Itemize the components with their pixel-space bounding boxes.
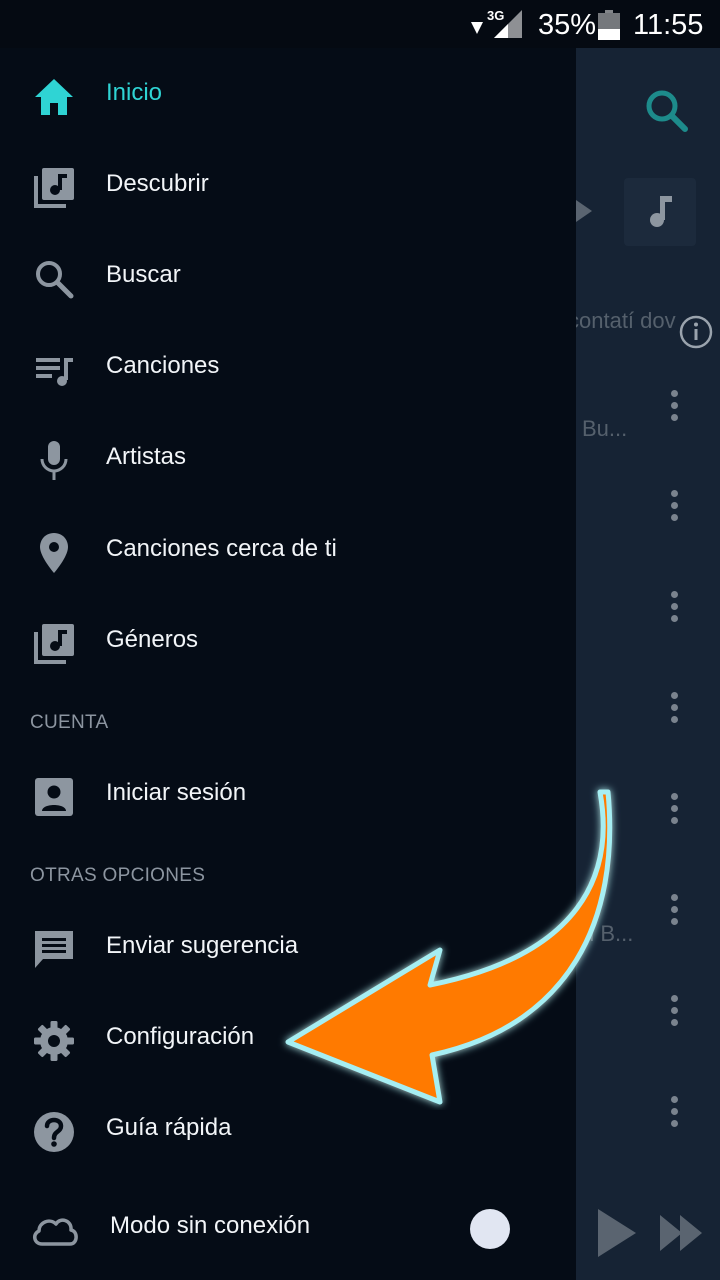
- info-icon[interactable]: [678, 314, 714, 350]
- section-header-otras-opciones: OTRAS OPCIONES: [30, 865, 206, 886]
- clock: 11:55: [633, 9, 704, 41]
- music-note-icon: [650, 196, 672, 227]
- battery-percent: 35%: [538, 9, 597, 41]
- library-music-icon: [34, 624, 74, 664]
- drawer-item-label: Descubrir: [106, 170, 209, 197]
- more-options-icon[interactable]: [668, 591, 680, 627]
- drawer-item-generos[interactable]: Géneros: [0, 608, 576, 678]
- player-controls[interactable]: [596, 1205, 706, 1265]
- annotation-arrow: [285, 789, 613, 1105]
- play-icon[interactable]: [576, 200, 592, 222]
- background-text: contatí dov: [568, 308, 676, 333]
- more-options-icon[interactable]: [668, 490, 680, 526]
- drawer-item-label: Géneros: [106, 626, 199, 653]
- library-music-icon: [34, 168, 74, 208]
- search-icon[interactable]: [642, 86, 690, 134]
- mic-icon: [40, 441, 68, 480]
- feedback-icon: [35, 931, 73, 968]
- section-header-cuenta: CUENTA: [30, 712, 109, 733]
- help-icon: [34, 1112, 74, 1152]
- more-options-icon[interactable]: [668, 692, 680, 728]
- drawer-item-label: Inicio: [106, 79, 163, 106]
- play-icon: [598, 1209, 636, 1257]
- drawer-item-label: Iniciar sesión: [106, 779, 247, 806]
- location-pin-icon: [40, 533, 68, 573]
- offline-mode-toggle[interactable]: [470, 1209, 510, 1249]
- search-icon: [36, 261, 74, 299]
- drawer-item-label: Configuración: [106, 1023, 255, 1050]
- drawer-item-label: Canciones cerca de ti: [106, 535, 337, 562]
- home-icon: [35, 79, 73, 115]
- drawer-item-canciones-cerca[interactable]: Canciones cerca de ti: [0, 517, 576, 587]
- drawer-item-buscar[interactable]: Buscar: [0, 243, 576, 313]
- drawer-item-label: Artistas: [106, 443, 187, 470]
- cloud-icon: [33, 1218, 78, 1246]
- wifi-signal-icon: [471, 22, 483, 34]
- status-bar: 3G 35% 11:55: [0, 0, 720, 48]
- more-options-icon[interactable]: [668, 793, 680, 829]
- more-options-icon[interactable]: [668, 894, 680, 930]
- more-options-icon[interactable]: [668, 995, 680, 1031]
- queue-music-icon: [36, 358, 73, 386]
- drawer-item-inicio[interactable]: Inicio: [0, 61, 576, 131]
- drawer-item-label: Guía rápida: [106, 1114, 232, 1141]
- drawer-item-descubrir[interactable]: Descubrir: [0, 152, 576, 222]
- account-box-icon: [35, 778, 73, 816]
- battery-icon: [598, 10, 620, 40]
- drawer-item-label: Modo sin conexión: [110, 1212, 311, 1239]
- drawer-item-artistas[interactable]: Artistas: [0, 425, 576, 495]
- gear-icon: [34, 1021, 74, 1061]
- drawer-item-label: Buscar: [106, 261, 181, 288]
- drawer-item-canciones[interactable]: Canciones: [0, 334, 576, 404]
- more-options-icon[interactable]: [668, 1096, 680, 1132]
- more-options-icon[interactable]: [668, 390, 680, 426]
- background-text: Bu...: [582, 416, 628, 441]
- cell-signal-icon: [494, 10, 522, 38]
- music-tile[interactable]: [624, 178, 696, 246]
- skip-next-icon: [660, 1215, 682, 1251]
- drawer-item-label: Canciones: [106, 352, 220, 379]
